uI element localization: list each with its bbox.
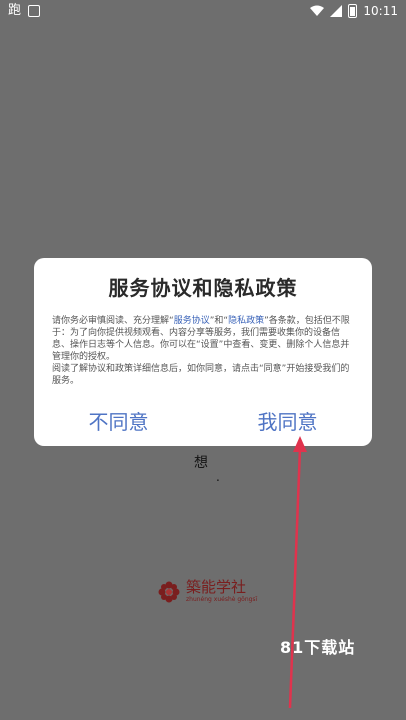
site-watermark: 81下载站 [280,638,356,657]
annotation-arrow [288,436,307,709]
arrow-shaft [288,447,302,709]
arrow-head-icon [293,436,307,452]
